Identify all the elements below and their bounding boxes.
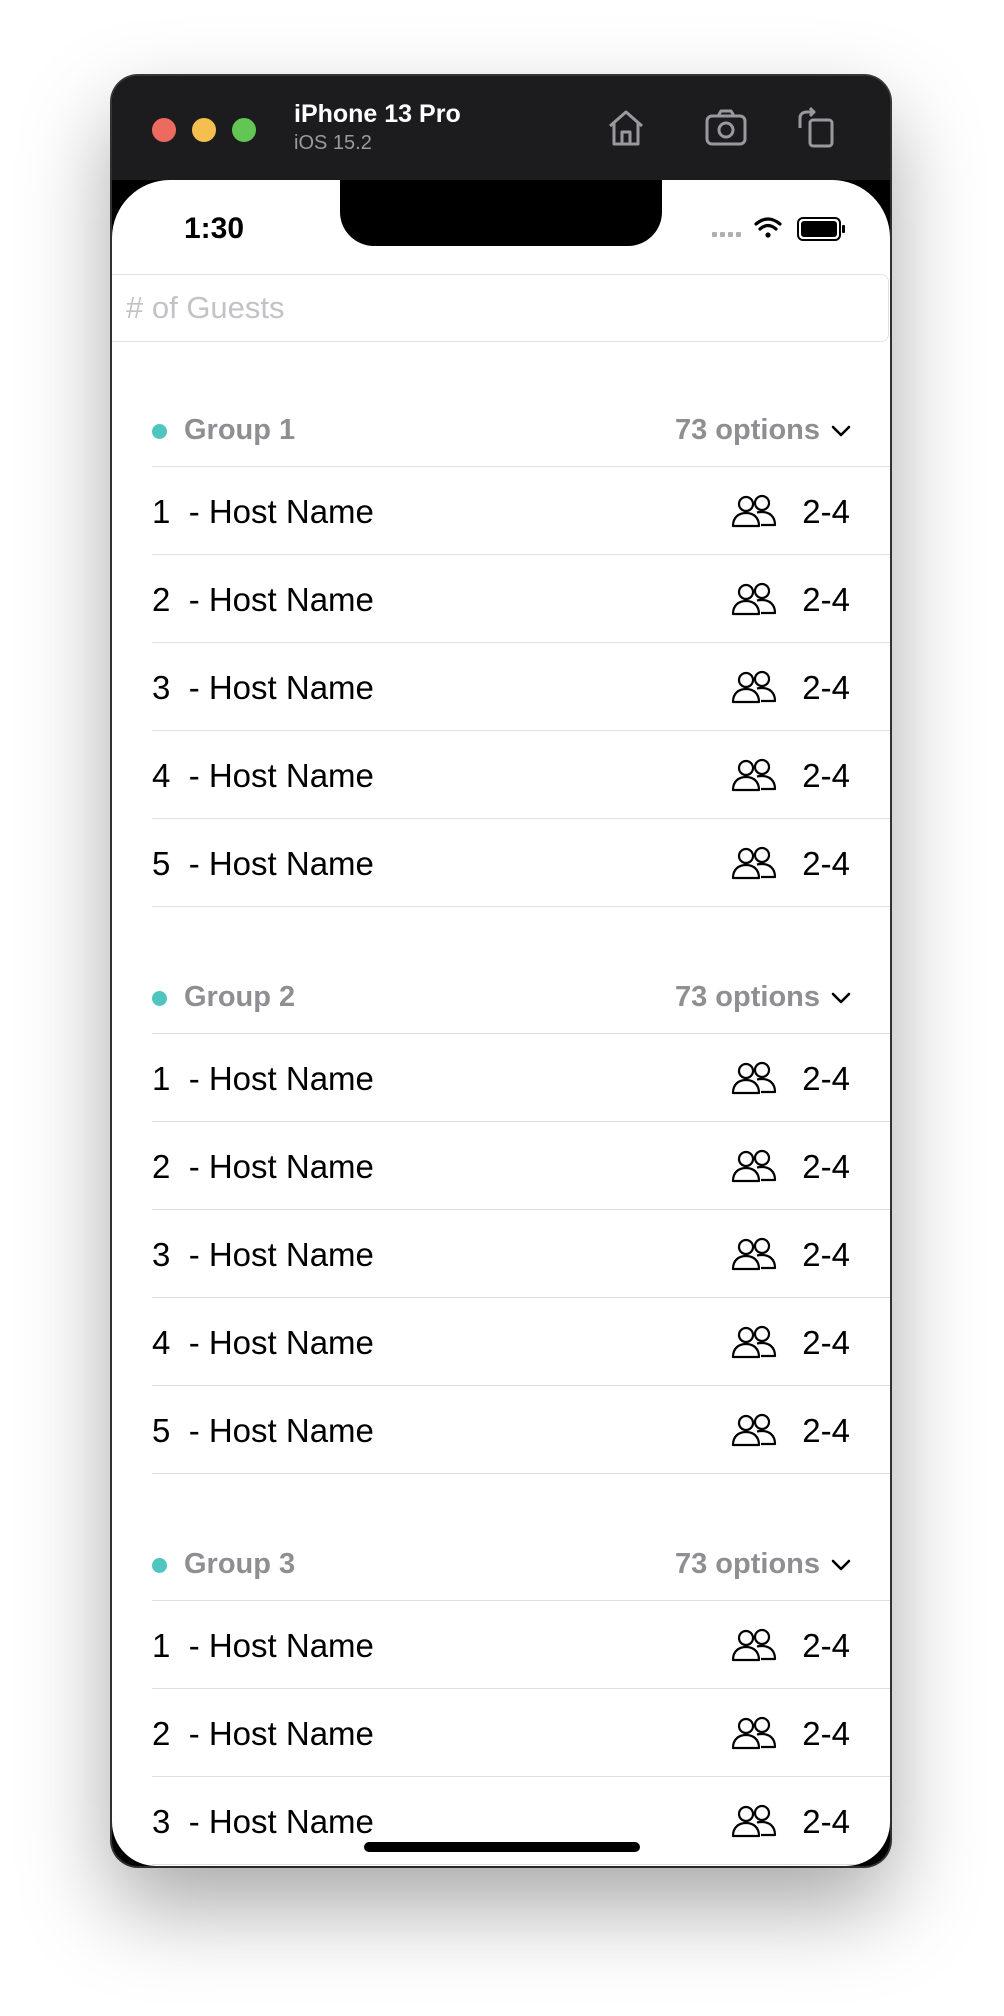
people-icon [730,1627,778,1663]
wifi-icon [754,217,782,238]
list-item[interactable]: 3 - Host Name 2-4 [152,1210,890,1298]
group-dot-icon [152,991,167,1006]
device-name: iPhone 13 Pro [294,100,461,128]
chevron-down-icon[interactable] [830,991,852,1005]
signal-icon [712,232,741,237]
group-name: Group 2 [184,981,296,1013]
simulator-window: iPhone 13 Pro iOS 15.2 1:30 # of Guests … [112,76,890,1866]
list-item[interactable]: 5 - Host Name 2-4 [152,1386,890,1474]
host-name-label: 3 - Host Name [152,1236,374,1273]
chevron-down-icon[interactable] [830,424,852,438]
screenshot-icon[interactable] [702,104,750,152]
host-name-label: 3 - Host Name [152,669,374,706]
host-name-label: 4 - Host Name [152,757,374,794]
guest-range: 2-4 [802,1627,850,1664]
people-icon [730,581,778,617]
host-name-label: 2 - Host Name [152,581,374,618]
list-item[interactable]: 2 - Host Name 2-4 [152,1689,890,1777]
people-icon [730,493,778,529]
group-dot-icon [152,1558,167,1573]
list-item[interactable]: 5 - Host Name 2-4 [152,819,890,907]
list-item[interactable]: 1 - Host Name 2-4 [152,1034,890,1122]
people-icon [730,1236,778,1272]
group-dot-icon [152,424,167,439]
group-header[interactable]: Group 2 73 options [152,937,890,1034]
people-icon [730,1060,778,1096]
battery-icon [797,217,845,241]
host-name-label: 2 - Host Name [152,1715,374,1752]
guest-range: 2-4 [802,581,850,618]
home-icon[interactable] [602,104,650,152]
group-name: Group 1 [184,414,296,446]
people-icon [730,1803,778,1839]
group-header[interactable]: Group 1 73 options [152,370,890,467]
close-window-button[interactable] [152,118,176,142]
status-icons [712,217,845,241]
guest-range: 2-4 [802,1148,850,1185]
people-icon [730,1715,778,1751]
guest-range: 2-4 [802,1412,850,1449]
guest-range: 2-4 [802,1803,850,1840]
notch [340,180,662,246]
guest-range: 2-4 [802,845,850,882]
host-name-label: 5 - Host Name [152,1412,374,1449]
group-options-count: 73 options [674,414,820,446]
home-indicator[interactable] [364,1842,640,1852]
list-item[interactable]: 1 - Host Name 2-4 [152,1601,890,1689]
rotate-icon[interactable] [792,104,840,152]
host-name-label: 1 - Host Name [152,1060,374,1097]
guest-range: 2-4 [802,669,850,706]
group-name: Group 3 [184,1548,296,1580]
os-version: iOS 15.2 [294,132,372,154]
people-icon [730,669,778,705]
group-options-count: 73 options [674,1548,820,1580]
simulator-titlebar: iPhone 13 Pro iOS 15.2 [112,76,890,180]
host-name-label: 1 - Host Name [152,493,374,530]
zoom-window-button[interactable] [232,118,256,142]
guest-range: 2-4 [802,1715,850,1752]
guest-range: 2-4 [802,1236,850,1273]
group-header[interactable]: Group 3 73 options [152,1504,890,1601]
guest-range: 2-4 [802,757,850,794]
list-item[interactable]: 4 - Host Name 2-4 [152,731,890,819]
guest-range: 2-4 [802,1324,850,1361]
status-time: 1:30 [184,212,245,245]
list-item[interactable]: 1 - Host Name 2-4 [152,467,890,555]
host-name-label: 4 - Host Name [152,1324,374,1361]
people-icon [730,1324,778,1360]
guest-range: 2-4 [802,1060,850,1097]
guests-input[interactable] [126,289,826,327]
list-item[interactable]: 3 - Host Name 2-4 [152,643,890,731]
people-icon [730,1412,778,1448]
list-item[interactable]: 2 - Host Name 2-4 [152,555,890,643]
list-item[interactable]: 2 - Host Name 2-4 [152,1122,890,1210]
list-item[interactable]: 4 - Host Name 2-4 [152,1298,890,1386]
people-icon [730,757,778,793]
chevron-down-icon[interactable] [830,1558,852,1572]
guests-search-field[interactable] [112,274,889,342]
phone-screen: 1:30 Group 173 options1 - Host Nam [112,180,890,1866]
minimize-window-button[interactable] [192,118,216,142]
list-item[interactable]: 4 - Host Name2-4 [152,1865,890,1866]
host-name-label: 2 - Host Name [152,1148,374,1185]
host-list: Group 1 73 options 1 - Host Name 2-4 2 - Hos… [112,370,890,1866]
people-icon [730,845,778,881]
guest-range: 2-4 [802,493,850,530]
host-name-label: 1 - Host Name [152,1627,374,1664]
host-name-label: 3 - Host Name [152,1803,374,1840]
people-icon [730,1148,778,1184]
group-options-count: 73 options [674,981,820,1013]
host-name-label: 5 - Host Name [152,845,374,882]
